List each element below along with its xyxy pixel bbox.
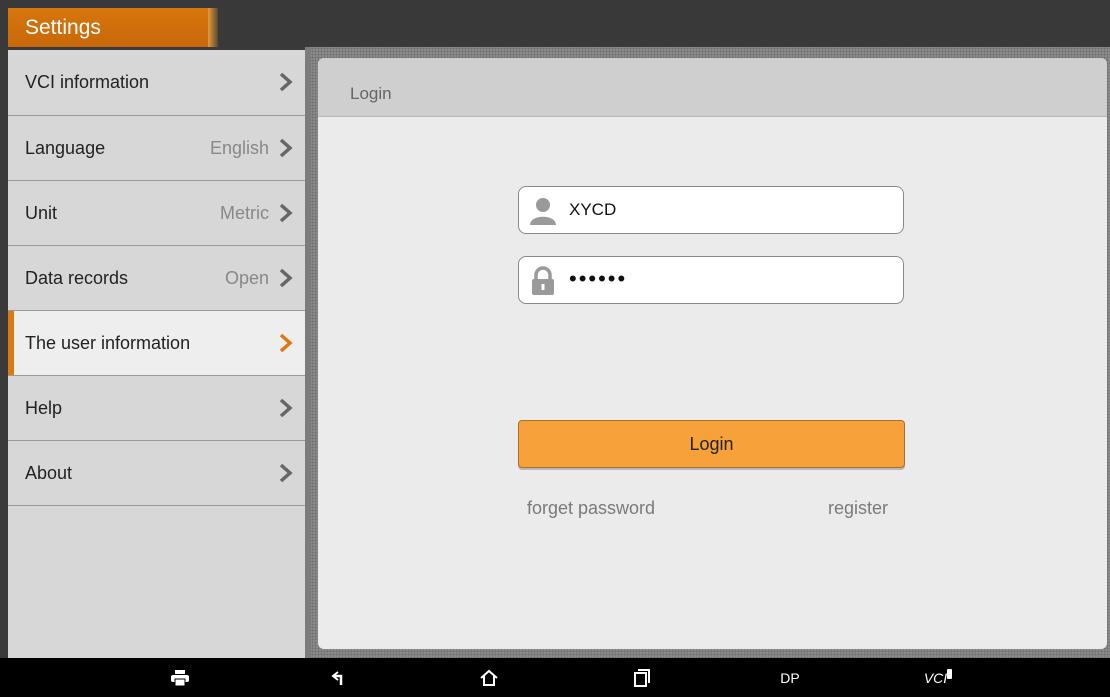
chevron-right-icon (279, 333, 293, 353)
app-title: Settings (8, 8, 218, 47)
password-field[interactable]: •••••• (518, 256, 904, 304)
system-nav-bar: DP VCI (0, 658, 1110, 697)
title-bar: Settings (0, 0, 1110, 47)
login-button[interactable]: Login (518, 420, 905, 468)
sidebar-item-label: Data records (25, 268, 129, 288)
sidebar-item-unit[interactable]: Unit Metric (8, 181, 305, 246)
printer-icon (171, 669, 189, 686)
sidebar-item-value: English (209, 138, 269, 158)
sidebar-item-language[interactable]: Language English (8, 116, 305, 181)
settings-sidebar: VCI information Language English Unit Me… (8, 50, 305, 658)
vci-connection-icon (947, 668, 953, 679)
lock-icon (532, 266, 554, 295)
vci-label: VCI (923, 669, 948, 686)
sidebar-item-value: Metric (220, 203, 269, 223)
home-button[interactable] (474, 658, 504, 697)
username-field[interactable]: XYCD (518, 186, 904, 234)
sidebar-item-data-records[interactable]: Data records Open (8, 246, 305, 311)
chevron-right-icon (279, 72, 293, 92)
sidebar-item-about[interactable]: About (8, 441, 305, 506)
home-icon (480, 669, 498, 686)
panel-title: Login (318, 58, 1107, 117)
back-button[interactable] (324, 658, 354, 697)
sidebar-item-label: Help (25, 398, 63, 418)
chevron-right-icon (279, 203, 293, 223)
sidebar-item-user-information[interactable]: The user information (8, 311, 305, 376)
sidebar-item-label: Unit (25, 203, 58, 223)
print-button[interactable] (165, 658, 195, 697)
chevron-right-icon (279, 398, 293, 418)
sidebar-divider (305, 47, 311, 658)
sidebar-item-label: VCI information (25, 72, 150, 92)
user-icon (530, 198, 556, 225)
sidebar-item-help[interactable]: Help (8, 376, 305, 441)
sidebar-item-label: About (25, 463, 73, 483)
chevron-right-icon (279, 268, 293, 288)
sidebar-item-value: Open (224, 268, 269, 288)
back-icon (331, 670, 343, 685)
username-value: XYCD (569, 200, 617, 219)
chevron-right-icon (279, 138, 293, 158)
sidebar-item-label: Language (25, 138, 106, 158)
sidebar-item-label: The user information (25, 333, 191, 353)
password-value: •••••• (569, 266, 628, 291)
register-link[interactable]: register (828, 498, 888, 519)
login-panel: Login XYCD •••••• Login forget password … (318, 58, 1107, 649)
sidebar-item-vci-information[interactable]: VCI information (8, 50, 305, 116)
forget-password-link[interactable]: forget password (527, 498, 655, 519)
dp-label: DP (780, 669, 800, 686)
chevron-right-icon (279, 463, 293, 483)
recent-apps-button[interactable] (627, 658, 657, 697)
dp-button[interactable]: DP (772, 658, 808, 697)
recent-apps-icon (634, 668, 650, 687)
vci-status-button[interactable]: VCI (918, 658, 958, 697)
